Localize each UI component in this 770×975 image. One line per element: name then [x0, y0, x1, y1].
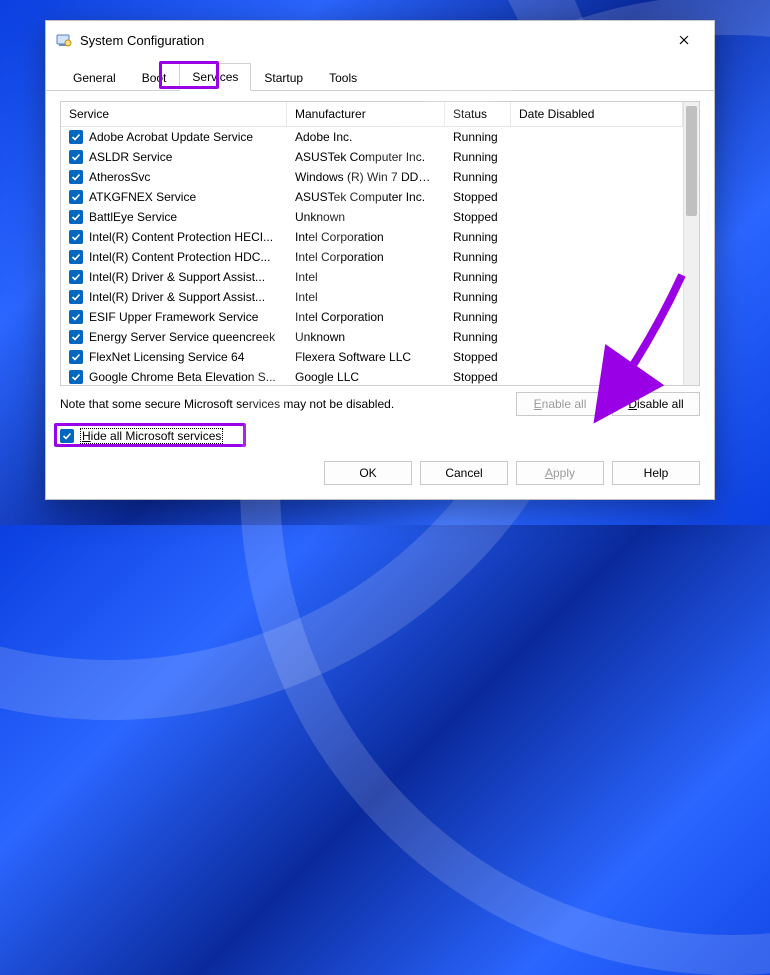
service-name: ATKGFNEX Service: [89, 190, 196, 204]
hide-ms-label[interactable]: Hide all Microsoft services: [80, 428, 223, 444]
service-mfr: Google LLC: [287, 370, 445, 384]
service-name: Intel(R) Driver & Support Assist...: [89, 270, 265, 284]
service-checkbox[interactable]: [69, 130, 83, 144]
services-rows: Adobe Acrobat Update ServiceAdobe Inc.Ru…: [61, 127, 683, 385]
table-row[interactable]: ASLDR Service ASUSTek Computer Inc.Runnin…: [61, 147, 683, 167]
service-mfr: Intel: [287, 270, 445, 284]
tab-startup[interactable]: Startup: [251, 64, 316, 91]
services-list: Service Manufacturer Status Date Disable…: [60, 101, 700, 386]
table-row[interactable]: Adobe Acrobat Update Service Adobe Inc.Ru…: [61, 127, 683, 147]
service-mfr: Adobe Inc.: [287, 130, 445, 144]
service-name: Intel(R) Driver & Support Assist...: [89, 290, 265, 304]
cancel-button[interactable]: Cancel: [420, 461, 508, 485]
apply-button[interactable]: Apply: [516, 461, 604, 485]
table-row[interactable]: FlexNet Licensing Service 64 Flexera Soft…: [61, 347, 683, 367]
service-checkbox[interactable]: [69, 210, 83, 224]
table-row[interactable]: Intel(R) Content Protection HECI... Intel…: [61, 227, 683, 247]
service-mfr: Intel Corporation: [287, 250, 445, 264]
table-row[interactable]: AtherosSvc Windows (R) Win 7 DDK p...Runn…: [61, 167, 683, 187]
close-button[interactable]: [664, 26, 704, 54]
app-icon: [56, 32, 72, 48]
ok-button[interactable]: OK: [324, 461, 412, 485]
dialog-buttons: OK Cancel Apply Help: [46, 447, 714, 499]
service-mfr: Intel Corporation: [287, 310, 445, 324]
table-row[interactable]: Energy Server Service queencreek UnknownR…: [61, 327, 683, 347]
header-date-disabled[interactable]: Date Disabled: [511, 102, 683, 126]
table-row[interactable]: Intel(R) Driver & Support Assist... Intel…: [61, 287, 683, 307]
service-status: Running: [445, 230, 511, 244]
disable-all-button[interactable]: Disable all: [612, 392, 700, 416]
header-manufacturer[interactable]: Manufacturer: [287, 102, 445, 126]
service-checkbox[interactable]: [69, 250, 83, 264]
header-service[interactable]: Service: [61, 102, 287, 126]
service-status: Running: [445, 290, 511, 304]
table-row[interactable]: BattlEye Service UnknownStopped: [61, 207, 683, 227]
service-mfr: Windows (R) Win 7 DDK p...: [287, 170, 445, 184]
service-name: Intel(R) Content Protection HECI...: [89, 230, 273, 244]
service-name: FlexNet Licensing Service 64: [89, 350, 244, 364]
service-status: Running: [445, 250, 511, 264]
column-headers: Service Manufacturer Status Date Disable…: [61, 102, 683, 127]
scrollbar[interactable]: [683, 102, 699, 385]
service-mfr: Flexera Software LLC: [287, 350, 445, 364]
service-name: Adobe Acrobat Update Service: [89, 130, 253, 144]
service-status: Running: [445, 170, 511, 184]
service-mfr: Intel: [287, 290, 445, 304]
service-checkbox[interactable]: [69, 230, 83, 244]
hide-ms-checkbox[interactable]: [60, 429, 74, 443]
check-icon: [62, 431, 72, 441]
system-configuration-window: System Configuration General Boot Servic…: [45, 20, 715, 500]
titlebar: System Configuration: [46, 21, 714, 59]
service-checkbox[interactable]: [69, 190, 83, 204]
service-status: Running: [445, 130, 511, 144]
service-checkbox[interactable]: [69, 270, 83, 284]
service-checkbox[interactable]: [69, 330, 83, 344]
service-name: Intel(R) Content Protection HDC...: [89, 250, 270, 264]
table-row[interactable]: Intel(R) Driver & Support Assist... Intel…: [61, 267, 683, 287]
service-status: Stopped: [445, 370, 511, 384]
service-mfr: Unknown: [287, 210, 445, 224]
scrollbar-thumb[interactable]: [686, 106, 697, 216]
note-text: Note that some secure Microsoft services…: [60, 397, 394, 411]
service-status: Running: [445, 150, 511, 164]
table-row[interactable]: Google Chrome Beta Elevation S... Google …: [61, 367, 683, 385]
service-name: BattlEye Service: [89, 210, 177, 224]
service-status: Running: [445, 270, 511, 284]
tab-content: Service Manufacturer Status Date Disable…: [46, 91, 714, 447]
tab-tools[interactable]: Tools: [316, 64, 370, 91]
service-mfr: ASUSTek Computer Inc.: [287, 150, 445, 164]
service-status: Stopped: [445, 190, 511, 204]
table-row[interactable]: ATKGFNEX Service ASUSTek Computer Inc.Sto…: [61, 187, 683, 207]
header-status[interactable]: Status: [445, 102, 511, 126]
service-status: Running: [445, 330, 511, 344]
service-checkbox[interactable]: [69, 370, 83, 384]
service-checkbox[interactable]: [69, 310, 83, 324]
service-status: Stopped: [445, 350, 511, 364]
service-name: ASLDR Service: [89, 150, 172, 164]
service-mfr: Intel Corporation: [287, 230, 445, 244]
tab-boot[interactable]: Boot: [129, 64, 180, 91]
window-title: System Configuration: [80, 33, 664, 48]
help-button[interactable]: Help: [612, 461, 700, 485]
close-icon: [679, 35, 689, 45]
service-status: Running: [445, 310, 511, 324]
table-row[interactable]: Intel(R) Content Protection HDC... Intel …: [61, 247, 683, 267]
enable-all-button[interactable]: Enable all: [516, 392, 604, 416]
service-name: AtherosSvc: [89, 170, 150, 184]
service-checkbox[interactable]: [69, 350, 83, 364]
table-row[interactable]: ESIF Upper Framework Service Intel Corpor…: [61, 307, 683, 327]
tabs: General Boot Services Startup Tools: [46, 59, 714, 91]
service-mfr: Unknown: [287, 330, 445, 344]
tab-general[interactable]: General: [60, 64, 129, 91]
service-checkbox[interactable]: [69, 150, 83, 164]
service-name: Google Chrome Beta Elevation S...: [89, 370, 276, 384]
service-name: Energy Server Service queencreek: [89, 330, 275, 344]
service-status: Stopped: [445, 210, 511, 224]
tab-services[interactable]: Services: [179, 63, 251, 91]
service-checkbox[interactable]: [69, 290, 83, 304]
service-mfr: ASUSTek Computer Inc.: [287, 190, 445, 204]
service-name: ESIF Upper Framework Service: [89, 310, 258, 324]
service-checkbox[interactable]: [69, 170, 83, 184]
